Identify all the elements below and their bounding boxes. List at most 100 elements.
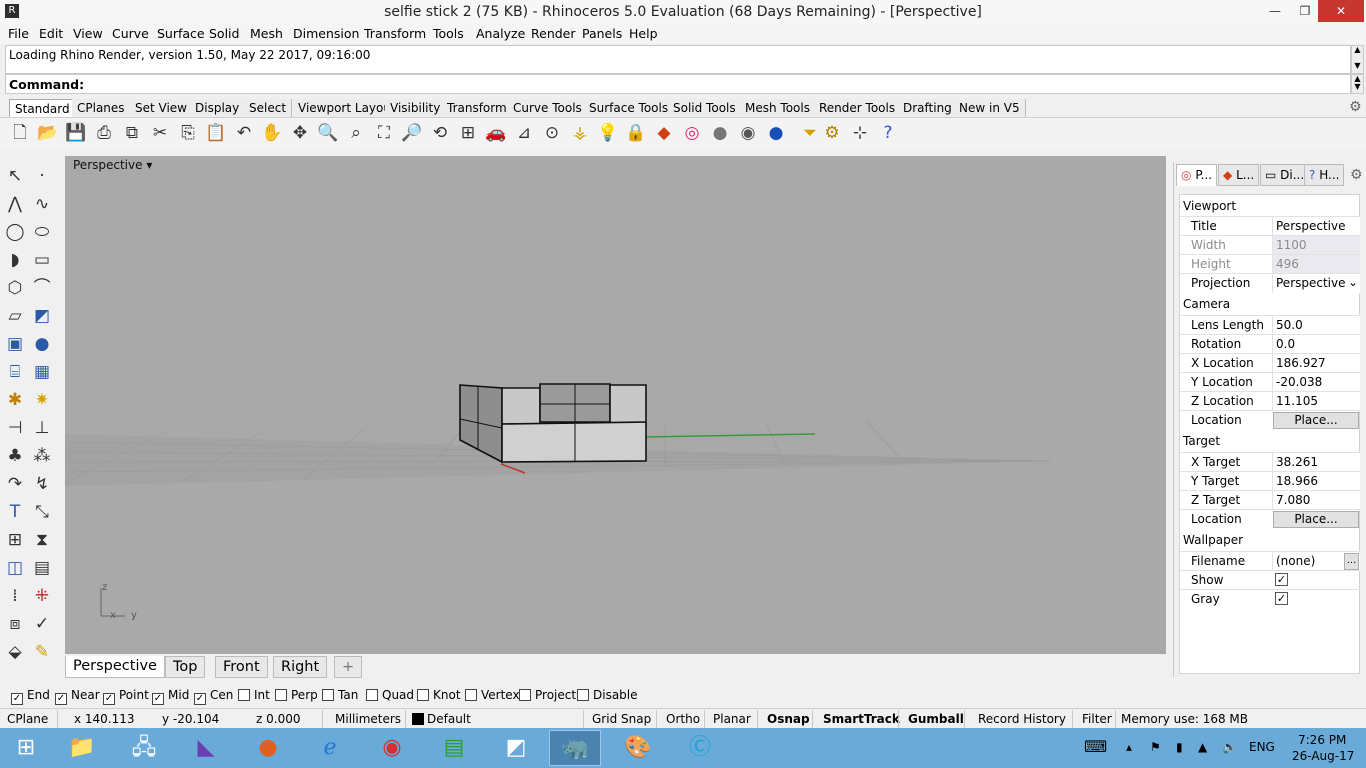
array-icon[interactable]: ⊞	[3, 528, 27, 552]
menu-file[interactable]: File	[8, 26, 29, 41]
paste-icon[interactable]: 📋	[205, 122, 227, 144]
sphere-tool-icon[interactable]: ●	[30, 332, 54, 356]
zoom-extents-icon[interactable]: ⛶	[373, 122, 395, 144]
menu-dimension[interactable]: Dimension	[293, 26, 359, 41]
tab-visibility[interactable]: Visibility	[385, 99, 447, 117]
menu-analyze[interactable]: Analyze	[476, 26, 525, 41]
osnap-quad[interactable]: Quad	[366, 688, 414, 702]
osnap-vertex-checkbox[interactable]	[465, 689, 477, 701]
mirror-icon[interactable]: ⧗	[30, 528, 54, 552]
help-icon[interactable]: ?	[877, 122, 899, 144]
osnap-point-checkbox[interactable]: ✓	[103, 693, 115, 705]
tab-layers[interactable]: ◆ L...	[1218, 164, 1260, 186]
tab-front[interactable]: Front	[215, 656, 268, 678]
command-prompt[interactable]: Command:	[5, 74, 1351, 94]
group-icon[interactable]: ⁂	[30, 444, 54, 468]
store-icon[interactable]: ▤	[428, 730, 480, 766]
dimension-icon[interactable]: ⤡	[30, 500, 54, 524]
tab-new-in-v5[interactable]: New in V5	[954, 99, 1026, 117]
offset-icon[interactable]: ↷	[3, 472, 27, 496]
osnap-vertex[interactable]: Vertex	[465, 688, 520, 702]
file-explorer-icon[interactable]: 📁	[56, 730, 108, 766]
polyline-icon[interactable]: ⋀	[3, 192, 27, 216]
car-icon[interactable]: 🚗	[485, 122, 507, 144]
osnap-mid[interactable]: ✓ Mid	[152, 688, 189, 705]
clock-time[interactable]: 7:26 PM	[1298, 733, 1346, 747]
tab-display[interactable]: ▭ Di...	[1260, 164, 1310, 186]
tab-select[interactable]: Select	[244, 99, 293, 117]
save-icon[interactable]: 💾	[65, 122, 87, 144]
projection-select[interactable]: Perspective ⌄	[1272, 274, 1360, 293]
paint-icon[interactable]: 🎨	[612, 730, 664, 766]
curve-icon[interactable]: ∿	[30, 192, 54, 216]
show-hidden-icons-icon[interactable]: ▴	[1126, 740, 1132, 754]
tab-surface-tools[interactable]: Surface Tools	[584, 99, 675, 117]
command-history-scrollbar[interactable]: ▲ ▼	[1351, 45, 1364, 74]
perspective-viewport[interactable]: Perspective ▾ z x y	[65, 156, 1166, 654]
chrome-icon[interactable]: ◉	[366, 730, 418, 766]
osnap-perp-checkbox[interactable]	[275, 689, 287, 701]
tab-help[interactable]: ? H...	[1304, 164, 1345, 186]
cut-icon[interactable]: ✂	[149, 122, 171, 144]
menu-surface[interactable]: Surface	[157, 26, 205, 41]
osnap-project-checkbox[interactable]	[519, 689, 531, 701]
gray-checkbox[interactable]: ✓	[1275, 592, 1288, 605]
layer-icon[interactable]: ◆	[653, 122, 675, 144]
circle-icon[interactable]: ◯	[3, 220, 27, 244]
select-arrow-icon[interactable]: ↖	[3, 164, 27, 188]
rotate-view-icon[interactable]: ✥	[289, 122, 311, 144]
circle-icon[interactable]: ⊙	[541, 122, 563, 144]
fillet-icon[interactable]: ⌒	[30, 276, 54, 300]
status-cplane[interactable]: CPlane	[7, 712, 48, 726]
zoom-window-icon[interactable]: ⌕	[345, 122, 367, 144]
status-layer[interactable]: Default	[412, 712, 471, 726]
split-icon[interactable]: ⊣	[3, 416, 27, 440]
osnap-tan[interactable]: Tan	[322, 688, 358, 702]
volume-icon[interactable]: 🔈	[1222, 740, 1237, 754]
planar-toggle[interactable]: Planar	[713, 712, 751, 726]
ortho-toggle[interactable]: Ortho	[666, 712, 700, 726]
osnap-cen[interactable]: ✓ Cen	[194, 688, 233, 705]
rectangle-icon[interactable]: ▭	[30, 248, 54, 272]
menu-render[interactable]: Render	[531, 26, 576, 41]
tab-display[interactable]: Display	[190, 99, 246, 117]
tab-set-view[interactable]: Set View	[130, 99, 193, 117]
grid-icon[interactable]: ▤	[30, 556, 54, 580]
language-indicator[interactable]: ENG	[1249, 740, 1275, 754]
firefox-icon[interactable]: ●	[242, 730, 294, 766]
menu-tools[interactable]: Tools	[433, 26, 464, 41]
new-file-icon[interactable]: 🗋	[9, 122, 31, 144]
gumball-toggle[interactable]: Gumball	[908, 712, 964, 726]
filter-toggle[interactable]: Filter	[1082, 712, 1112, 726]
osnap-disable-checkbox[interactable]	[577, 689, 589, 701]
menu-edit[interactable]: Edit	[39, 26, 63, 41]
osnap-near[interactable]: ✓ Near	[55, 688, 100, 705]
render-sphere-icon[interactable]: ●	[765, 122, 787, 144]
tab-right[interactable]: Right	[273, 656, 328, 678]
render-box-icon[interactable]: ⬙	[3, 640, 27, 664]
record-history-toggle[interactable]: Record History	[978, 712, 1066, 726]
transform-icon[interactable]: ✱	[3, 388, 27, 412]
osnap-knot-checkbox[interactable]	[417, 689, 429, 701]
osnap-tan-checkbox[interactable]	[322, 689, 334, 701]
clock-date[interactable]: 26-Aug-17	[1292, 749, 1354, 763]
zoom-dynamic-icon[interactable]: 🔍	[317, 122, 339, 144]
tab-properties[interactable]: ◎ P...	[1176, 164, 1218, 186]
tab-standard[interactable]: Standard	[9, 99, 76, 117]
osnap-near-checkbox[interactable]: ✓	[55, 693, 67, 705]
action-center-icon[interactable]: ⚑	[1150, 740, 1161, 754]
zoom-selected-icon[interactable]: 🔎	[401, 122, 423, 144]
battery-icon[interactable]: ▮	[1176, 740, 1183, 754]
osnap-toggle[interactable]: Osnap	[767, 712, 810, 726]
menu-view[interactable]: View	[73, 26, 103, 41]
open-icon[interactable]: 📂	[37, 122, 59, 144]
point-icon[interactable]: ·	[30, 164, 54, 188]
toolbar-settings-gear-icon[interactable]: ⚙	[1349, 99, 1362, 115]
maximize-button[interactable]: ❐	[1290, 0, 1320, 22]
mesh-icon[interactable]: ▦	[30, 360, 54, 384]
command-scrollbar[interactable]: ▲ ▼	[1351, 74, 1364, 94]
pan-icon[interactable]: ✋	[261, 122, 283, 144]
four-views-icon[interactable]: ⊞	[457, 122, 479, 144]
osnap-int-checkbox[interactable]	[238, 689, 250, 701]
osnap-knot[interactable]: Knot	[417, 688, 461, 702]
